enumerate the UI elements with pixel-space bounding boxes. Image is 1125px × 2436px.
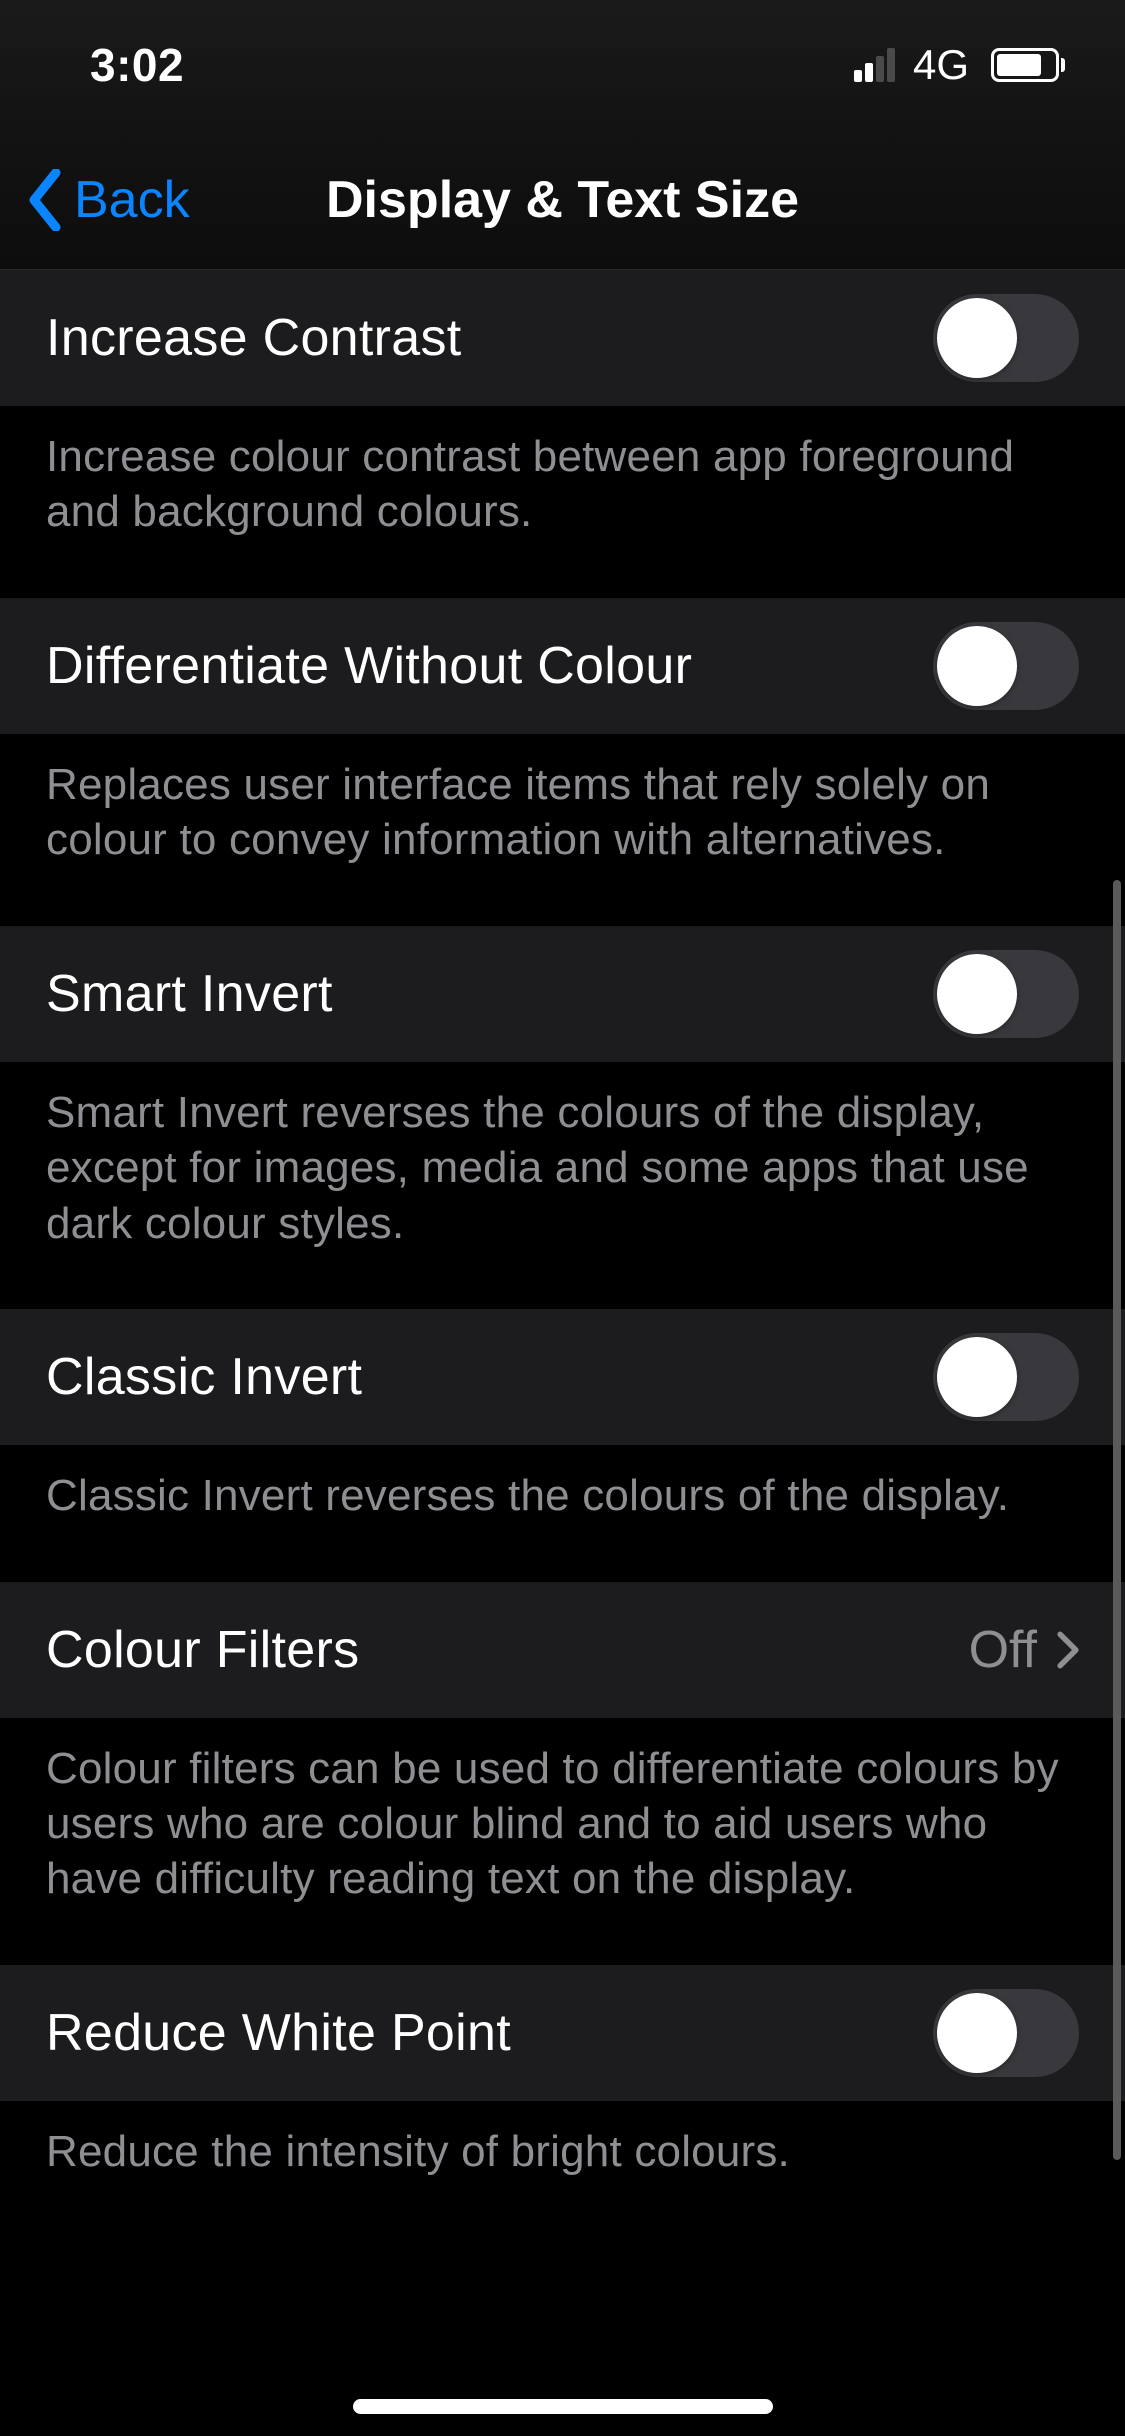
home-indicator[interactable] (353, 2399, 773, 2414)
reduce-white-point-footer: Reduce the intensity of bright colours. (0, 2102, 1125, 2237)
differentiate-without-colour-toggle[interactable] (933, 622, 1079, 710)
scrollbar-indicator[interactable] (1113, 880, 1121, 2160)
cellular-signal-icon (854, 48, 895, 82)
back-label: Back (74, 170, 190, 230)
settings-list: Increase Contrast Increase colour contra… (0, 270, 1125, 2237)
smart-invert-footer: Smart Invert reverses the colours of the… (0, 1063, 1125, 1309)
smart-invert-toggle[interactable] (933, 950, 1079, 1038)
differentiate-without-colour-footer: Replaces user interface items that rely … (0, 735, 1125, 926)
classic-invert-toggle[interactable] (933, 1333, 1079, 1421)
back-button[interactable]: Back (0, 169, 190, 231)
reduce-white-point-label: Reduce White Point (46, 2003, 511, 2063)
classic-invert-footer: Classic Invert reverses the colours of t… (0, 1446, 1125, 1581)
chevron-right-icon (1057, 1630, 1079, 1670)
status-right: 4G (854, 41, 1065, 89)
colour-filters-label: Colour Filters (46, 1620, 359, 1680)
colour-filters-footer: Colour filters can be used to differenti… (0, 1719, 1125, 1965)
network-type: 4G (913, 41, 969, 89)
colour-filters-value: Off (969, 1620, 1037, 1680)
classic-invert-cell[interactable]: Classic Invert (0, 1309, 1125, 1446)
colour-filters-cell[interactable]: Colour Filters Off (0, 1582, 1125, 1719)
chevron-left-icon (26, 169, 64, 231)
increase-contrast-footer: Increase colour contrast between app for… (0, 407, 1125, 598)
increase-contrast-cell[interactable]: Increase Contrast (0, 270, 1125, 407)
smart-invert-cell[interactable]: Smart Invert (0, 926, 1125, 1063)
classic-invert-label: Classic Invert (46, 1347, 362, 1407)
smart-invert-label: Smart Invert (46, 964, 333, 1024)
reduce-white-point-toggle[interactable] (933, 1989, 1079, 2077)
status-bar: 3:02 4G (0, 0, 1125, 130)
increase-contrast-toggle[interactable] (933, 294, 1079, 382)
page-title: Display & Text Size (326, 170, 799, 230)
increase-contrast-label: Increase Contrast (46, 308, 462, 368)
reduce-white-point-cell[interactable]: Reduce White Point (0, 1965, 1125, 2102)
status-time: 3:02 (90, 38, 184, 92)
navigation-bar: Back Display & Text Size (0, 130, 1125, 270)
differentiate-without-colour-label: Differentiate Without Colour (46, 636, 692, 696)
differentiate-without-colour-cell[interactable]: Differentiate Without Colour (0, 598, 1125, 735)
battery-icon (991, 48, 1065, 82)
